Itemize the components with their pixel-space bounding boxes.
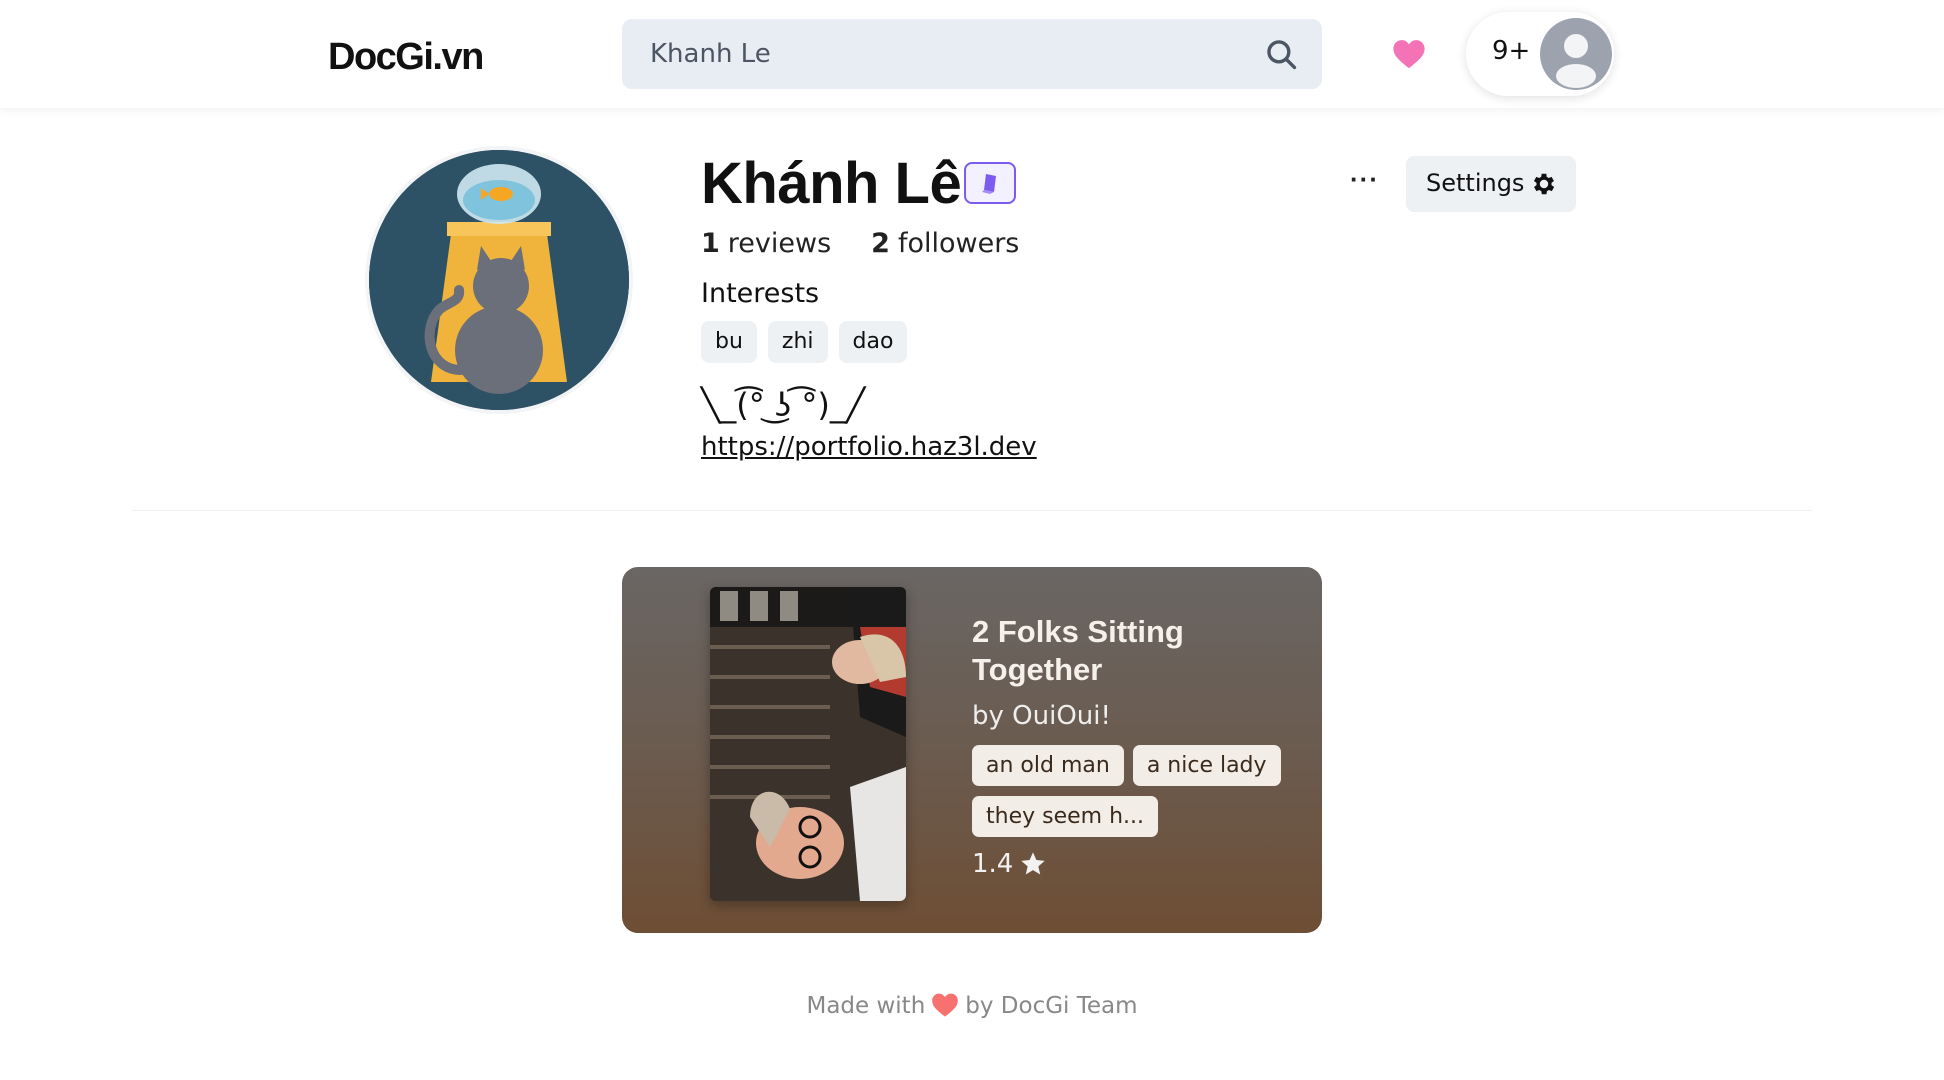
interest-tag[interactable]: bu bbox=[701, 321, 757, 363]
top-header: DocGi.vn 9+ bbox=[0, 0, 1944, 108]
heart-icon[interactable] bbox=[1392, 38, 1426, 70]
interest-tag[interactable]: zhi bbox=[767, 321, 828, 363]
review-rating: 1.4 bbox=[972, 849, 1047, 879]
interest-tag[interactable]: dao bbox=[838, 321, 908, 363]
star-icon bbox=[1021, 852, 1046, 875]
reviews-stat[interactable]: 1 reviews bbox=[701, 228, 831, 259]
profile-avatar bbox=[369, 150, 629, 410]
review-tag[interactable]: an old man bbox=[972, 745, 1124, 786]
profile-stats: 1 reviews 2 followers bbox=[701, 228, 1019, 259]
site-logo[interactable]: DocGi.vn bbox=[328, 36, 484, 79]
review-author[interactable]: by OuiOui! bbox=[972, 701, 1111, 731]
settings-button[interactable]: Settings bbox=[1406, 156, 1576, 212]
search-input[interactable] bbox=[650, 19, 1250, 89]
profile-bio: ╲_(͡° ͜ʖ ͡°)_╱ bbox=[701, 386, 866, 424]
search-bar[interactable] bbox=[622, 19, 1322, 89]
profile-name: Khánh Lê bbox=[701, 151, 962, 216]
gear-icon bbox=[1533, 173, 1555, 195]
user-avatar-icon[interactable] bbox=[1540, 18, 1612, 90]
section-divider bbox=[132, 510, 1812, 511]
portfolio-link[interactable]: https://portfolio.haz3l.dev bbox=[701, 432, 1037, 462]
review-title[interactable]: 2 Folks Sitting Together bbox=[972, 613, 1292, 689]
interest-tags: bu zhi dao bbox=[701, 321, 908, 363]
user-menu[interactable]: 9+ bbox=[1466, 12, 1614, 96]
review-tags: an old man a nice lady they seem h... bbox=[972, 745, 1292, 837]
more-options-button[interactable]: ··· bbox=[1350, 164, 1379, 195]
verified-badge-icon bbox=[964, 162, 1016, 204]
review-cover-image[interactable] bbox=[710, 587, 906, 901]
settings-label: Settings bbox=[1426, 169, 1525, 197]
footer-team: by DocGi Team bbox=[965, 993, 1138, 1019]
footer: Made with by DocGi Team bbox=[0, 992, 1944, 1019]
search-icon[interactable] bbox=[1264, 37, 1298, 71]
notification-count[interactable]: 9+ bbox=[1492, 36, 1530, 66]
rating-value: 1.4 bbox=[972, 849, 1014, 879]
review-tag[interactable]: they seem h... bbox=[972, 796, 1158, 837]
review-tag[interactable]: a nice lady bbox=[1132, 745, 1281, 786]
followers-stat[interactable]: 2 followers bbox=[871, 228, 1019, 259]
interests-title: Interests bbox=[701, 278, 820, 309]
review-card[interactable]: 2 Folks Sitting Together by OuiOui! an o… bbox=[622, 567, 1322, 933]
footer-made-with: Made with bbox=[806, 993, 926, 1019]
heart-icon bbox=[932, 993, 959, 1017]
